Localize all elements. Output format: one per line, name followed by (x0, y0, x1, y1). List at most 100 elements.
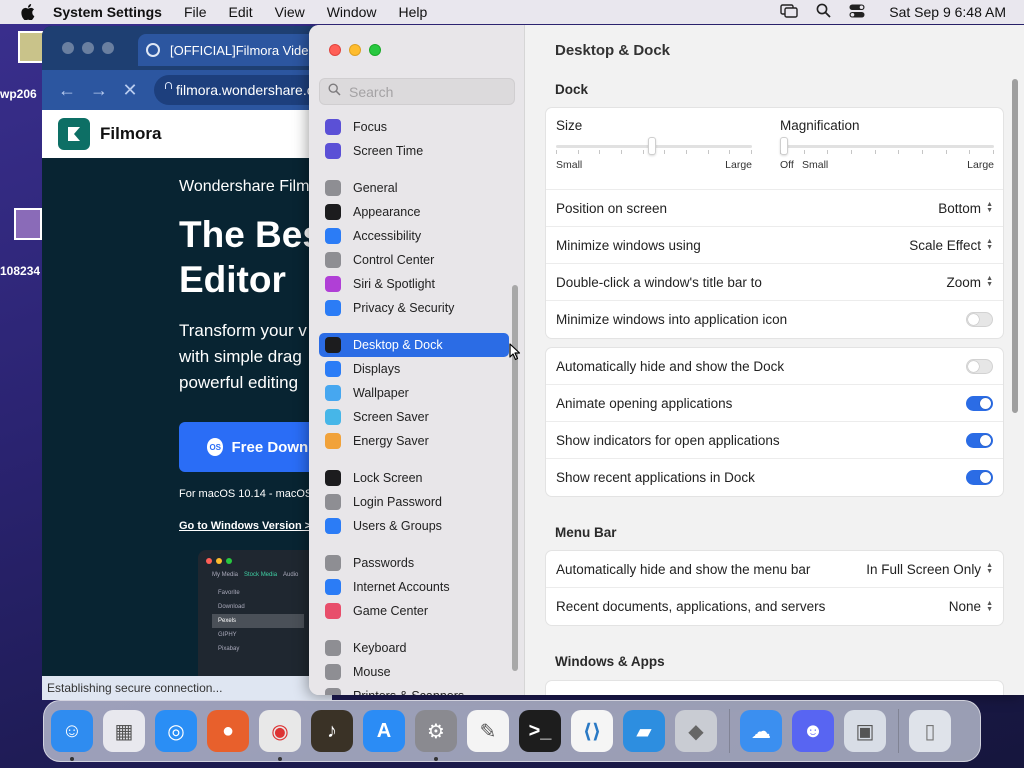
sidebar-item-lock-screen[interactable]: Lock Screen (319, 466, 509, 490)
roblox-icon[interactable]: ◆ (675, 710, 717, 752)
filmora-icon[interactable]: ▰ (623, 710, 665, 752)
desktop-file-thumbnail[interactable] (14, 208, 42, 240)
sidebar-item-login-password[interactable]: Login Password (319, 490, 509, 514)
sidebar-item-wallpaper[interactable]: Wallpaper (319, 381, 509, 405)
sidebar-item-privacy-security[interactable]: Privacy & Security (319, 296, 509, 320)
close-button[interactable] (62, 42, 74, 54)
size-slider-thumb[interactable] (648, 137, 657, 155)
sidebar-item-mouse[interactable]: Mouse (319, 660, 509, 684)
content-scrollbar[interactable] (1012, 79, 1018, 413)
minimize-effect-popup[interactable]: Scale Effect ▲ ▼ (909, 238, 993, 253)
chrome-icon[interactable]: ◉ (259, 710, 301, 761)
spotlight-search-icon[interactable] (816, 3, 831, 21)
sidebar-item-keyboard[interactable]: Keyboard (319, 636, 509, 660)
site-brand[interactable]: Filmora (100, 124, 161, 144)
close-button[interactable] (329, 44, 341, 56)
recent-items-row: Recent documents, applications, and serv… (546, 588, 1003, 625)
finder-icon[interactable]: ☺ (51, 710, 93, 761)
menu-help[interactable]: Help (399, 4, 428, 20)
preview-tab: Stock Media (244, 572, 278, 578)
minimize-button[interactable] (349, 44, 361, 56)
sidebar-item-energy-saver[interactable]: Energy Saver (319, 429, 509, 453)
sidebar-item-control-center[interactable]: Control Center (319, 248, 509, 272)
double-click-action-popup[interactable]: Zoom ▲ ▼ (947, 275, 993, 290)
sidebar-item-internet-accounts[interactable]: Internet Accounts (319, 575, 509, 599)
slider-tick (599, 150, 601, 154)
sidebar-item-siri-spotlight[interactable]: Siri & Spotlight (319, 272, 509, 296)
sidebar-item-users-groups[interactable]: Users & Groups (319, 514, 509, 538)
search-field[interactable] (319, 78, 515, 105)
magnification-min-label: Small (802, 159, 829, 171)
forward-arrow-icon[interactable]: → (90, 80, 108, 101)
safari-icon[interactable]: ◎ (155, 710, 197, 752)
zoom-button[interactable] (369, 44, 381, 56)
gear-icon[interactable]: ⚙ (415, 710, 457, 761)
sidebar-item-screen-saver[interactable]: Screen Saver (319, 405, 509, 429)
zoom-button[interactable] (102, 42, 114, 54)
launchpad-icon[interactable]: ▦ (103, 710, 145, 752)
trash-icon[interactable]: ▯ (909, 710, 951, 752)
magnification-slider-track[interactable] (780, 145, 994, 148)
sidebar-item-focus[interactable]: Focus (319, 115, 509, 139)
dock-settings-card: Size Small Large Magnification Off Small… (545, 107, 1004, 339)
guitar-icon[interactable]: ♪ (311, 710, 353, 752)
sidebar-item-label: Lock Screen (353, 471, 423, 485)
sidebar-item-label: Login Password (353, 495, 442, 509)
address-bar[interactable]: filmora.wondershare.com (154, 75, 332, 105)
discord-icon[interactable]: ☻ (792, 710, 834, 752)
firefox-icon[interactable]: ● (207, 710, 249, 752)
search-input[interactable] (349, 83, 509, 100)
windows-version-link[interactable]: Go to Windows Version > (179, 520, 311, 532)
setting-label: Recent documents, applications, and serv… (556, 599, 826, 614)
back-arrow-icon[interactable]: ← (58, 80, 76, 101)
minimize-button[interactable] (82, 42, 94, 54)
menu-window[interactable]: Window (327, 4, 377, 20)
position-on-screen-popup[interactable]: Bottom ▲ ▼ (938, 201, 993, 216)
sidebar-item-desktop-dock[interactable]: Desktop & Dock (319, 333, 509, 357)
menu-view[interactable]: View (275, 4, 305, 20)
filmora-logo-icon[interactable] (58, 118, 90, 150)
app-store-icon[interactable]: A (363, 710, 405, 752)
lock-icon (325, 494, 341, 510)
sidebar-item-accessibility[interactable]: Accessibility (319, 224, 509, 248)
sidebar-item-displays[interactable]: Displays (319, 357, 509, 381)
preview-tab: My Media (212, 572, 239, 578)
app-name[interactable]: System Settings (53, 4, 162, 20)
menubar-clock[interactable]: Sat Sep 9 6:48 AM (889, 4, 1006, 20)
mouse-cursor-icon (509, 343, 521, 366)
auto-hide-menu-bar-popup[interactable]: In Full Screen Only ▲ ▼ (866, 562, 993, 577)
auto-hide-dock-toggle[interactable] (966, 358, 993, 374)
browser-tab[interactable]: [OFFICIAL]Filmora Video Editor (138, 34, 332, 66)
show-indicators-toggle[interactable] (966, 432, 993, 448)
sidebar-item-general[interactable]: General (319, 176, 509, 200)
sidebar-item-screen-time[interactable]: Screen Time (319, 139, 509, 163)
screen-mirroring-icon[interactable] (780, 3, 798, 21)
recent-items-popup[interactable]: None ▲ ▼ (949, 599, 993, 614)
wallpaper-icon (325, 385, 341, 401)
terminal-icon[interactable]: >_ (519, 710, 561, 752)
show-recent-apps-toggle[interactable] (966, 470, 993, 485)
minimize-into-app-icon-toggle[interactable] (966, 312, 993, 327)
textedit-icon[interactable]: ✎ (467, 710, 509, 752)
vscode-icon[interactable]: ⟨⟩ (571, 710, 613, 752)
sidebar-item-passwords[interactable]: Passwords (319, 551, 509, 575)
sidebar-item-printers-scanners[interactable]: Printers & Scanners (319, 684, 509, 695)
menu-file[interactable]: File (184, 4, 207, 20)
desktop-file-label[interactable]: 108234 (0, 264, 40, 278)
control-center-icon[interactable] (849, 4, 865, 21)
hand-icon (325, 300, 341, 316)
apple-icon[interactable] (18, 4, 38, 20)
running-indicator (70, 757, 74, 761)
animate-opening-toggle[interactable] (966, 395, 993, 411)
sidebar-item-appearance[interactable]: Appearance (319, 200, 509, 224)
magnification-slider-thumb[interactable] (780, 137, 788, 155)
stop-loading-icon[interactable]: ✕ (122, 80, 138, 101)
preview-icon[interactable]: ▣ (844, 710, 886, 752)
sidebar-item-game-center[interactable]: Game Center (319, 599, 509, 623)
menu-edit[interactable]: Edit (229, 4, 253, 20)
weather-icon[interactable]: ☁ (740, 710, 782, 752)
desktop-file-label[interactable]: wp206 (0, 87, 37, 101)
moon-icon (325, 119, 341, 135)
